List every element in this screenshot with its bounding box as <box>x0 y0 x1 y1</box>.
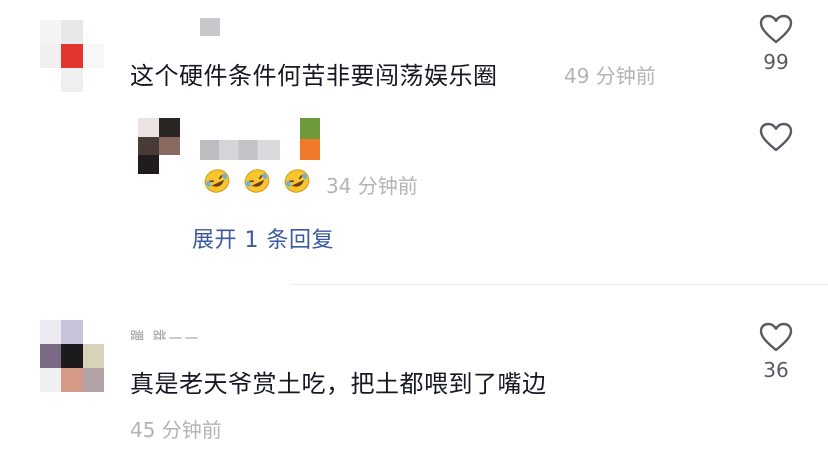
comment-time: 49 分钟前 <box>564 64 656 88</box>
reply-avatar[interactable] <box>138 118 180 174</box>
like-button[interactable]: 36 <box>749 322 803 382</box>
reply-username-blur[interactable] <box>200 140 280 160</box>
reply-badge-blur <box>300 118 320 160</box>
like-button[interactable]: 99 <box>749 14 803 74</box>
rofl-emoji-icon <box>204 169 230 193</box>
expand-replies-link[interactable]: 展开 1 条回复 <box>192 222 334 254</box>
username-blur[interactable] <box>200 18 220 36</box>
reply-emoji-row <box>200 168 314 194</box>
rofl-emoji-icon <box>284 169 310 193</box>
username-fragment[interactable]: 蹦 跳—— <box>130 326 200 340</box>
heart-outline-icon <box>759 122 793 152</box>
comment-time: 45 分钟前 <box>130 418 222 442</box>
rofl-emoji-icon <box>244 169 270 193</box>
reply-time: 34 分钟前 <box>326 174 418 198</box>
comment-text: 真是老天爷赏土吃，把土都喂到了嘴边 <box>130 370 547 398</box>
like-count: 99 <box>763 50 789 74</box>
divider <box>292 284 828 285</box>
like-count: 36 <box>763 358 789 382</box>
avatar[interactable] <box>40 320 104 392</box>
reply-like-button[interactable] <box>749 122 803 152</box>
heart-outline-icon <box>759 14 793 44</box>
avatar[interactable] <box>40 20 104 92</box>
comment-text: 这个硬件条件何苦非要闯荡娱乐圈 <box>130 62 498 90</box>
heart-outline-icon <box>759 322 793 352</box>
